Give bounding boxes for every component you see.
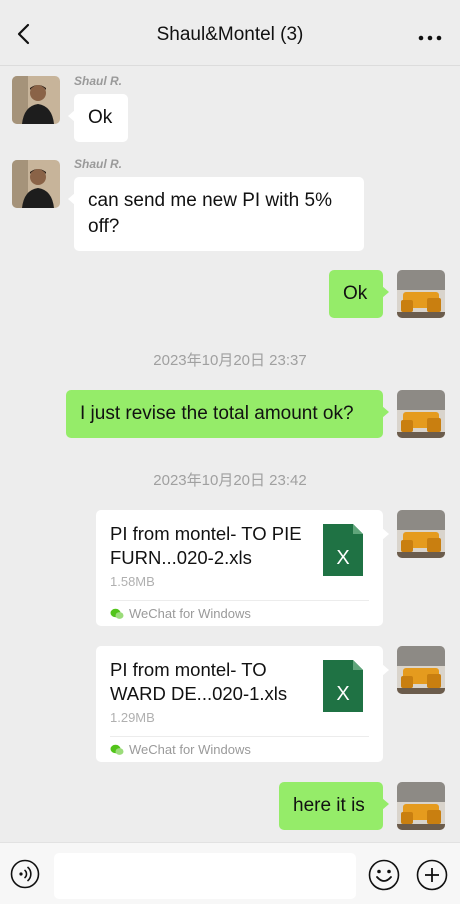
message-input[interactable] (54, 853, 356, 899)
sender-name: Shaul R. (74, 157, 123, 171)
plus-icon[interactable] (416, 859, 448, 891)
excel-file-icon: X (323, 660, 363, 712)
chat-input-bar (0, 842, 460, 904)
avatar-self[interactable] (397, 646, 445, 694)
message-bubble-incoming[interactable]: Ok (68, 94, 128, 142)
divider (110, 600, 369, 601)
chat-title: Shaul&Montel (3) (156, 24, 304, 45)
avatar-self[interactable] (397, 270, 445, 318)
file-source-label: WeChat for Windows (129, 606, 251, 621)
chat-message-list[interactable]: Shaul R. Ok Shaul R. can send me new PI … (0, 66, 460, 842)
wechat-icon (110, 608, 124, 619)
emoji-icon[interactable] (368, 859, 400, 891)
message-bubble-outgoing[interactable]: here it is (279, 782, 389, 830)
file-name: PI from montel- TO WARD DE...020-1.xls (110, 659, 288, 704)
svg-text:X: X (336, 683, 349, 705)
file-source: WeChat for Windows (110, 606, 251, 621)
file-source-label: WeChat for Windows (129, 742, 251, 757)
sender-name: Shaul R. (74, 74, 123, 88)
avatar-self[interactable] (397, 510, 445, 558)
svg-text:X: X (336, 547, 349, 569)
message-bubble-outgoing[interactable]: Ok (329, 270, 389, 318)
divider (110, 736, 369, 737)
file-message-card[interactable]: PI from montel- TO PIE FURN...020-2.xls … (96, 510, 389, 626)
avatar-self[interactable] (397, 390, 445, 438)
message-bubble-outgoing[interactable]: I just revise the total amount ok? (66, 390, 389, 438)
voice-icon[interactable] (10, 859, 40, 889)
file-size: 1.58MB (110, 574, 155, 589)
excel-file-icon: X (323, 524, 363, 576)
file-name: PI from montel- TO PIE FURN...020-2.xls (110, 523, 302, 568)
avatar-self[interactable] (397, 782, 445, 830)
file-message-card[interactable]: PI from montel- TO WARD DE...020-1.xls 1… (96, 646, 389, 762)
timestamp: 2023年10月20日 23:42 (153, 472, 307, 489)
message-bubble-incoming[interactable]: can send me new PI with 5% off? (68, 177, 364, 251)
avatar-shaul[interactable] (12, 160, 60, 208)
more-dots-icon[interactable] (416, 24, 444, 44)
avatar-shaul[interactable] (12, 76, 60, 124)
file-source: WeChat for Windows (110, 742, 251, 757)
file-size: 1.29MB (110, 710, 155, 725)
wechat-icon (110, 744, 124, 755)
chat-header: Shaul&Montel (3) (0, 0, 460, 66)
timestamp: 2023年10月20日 23:37 (153, 352, 307, 369)
